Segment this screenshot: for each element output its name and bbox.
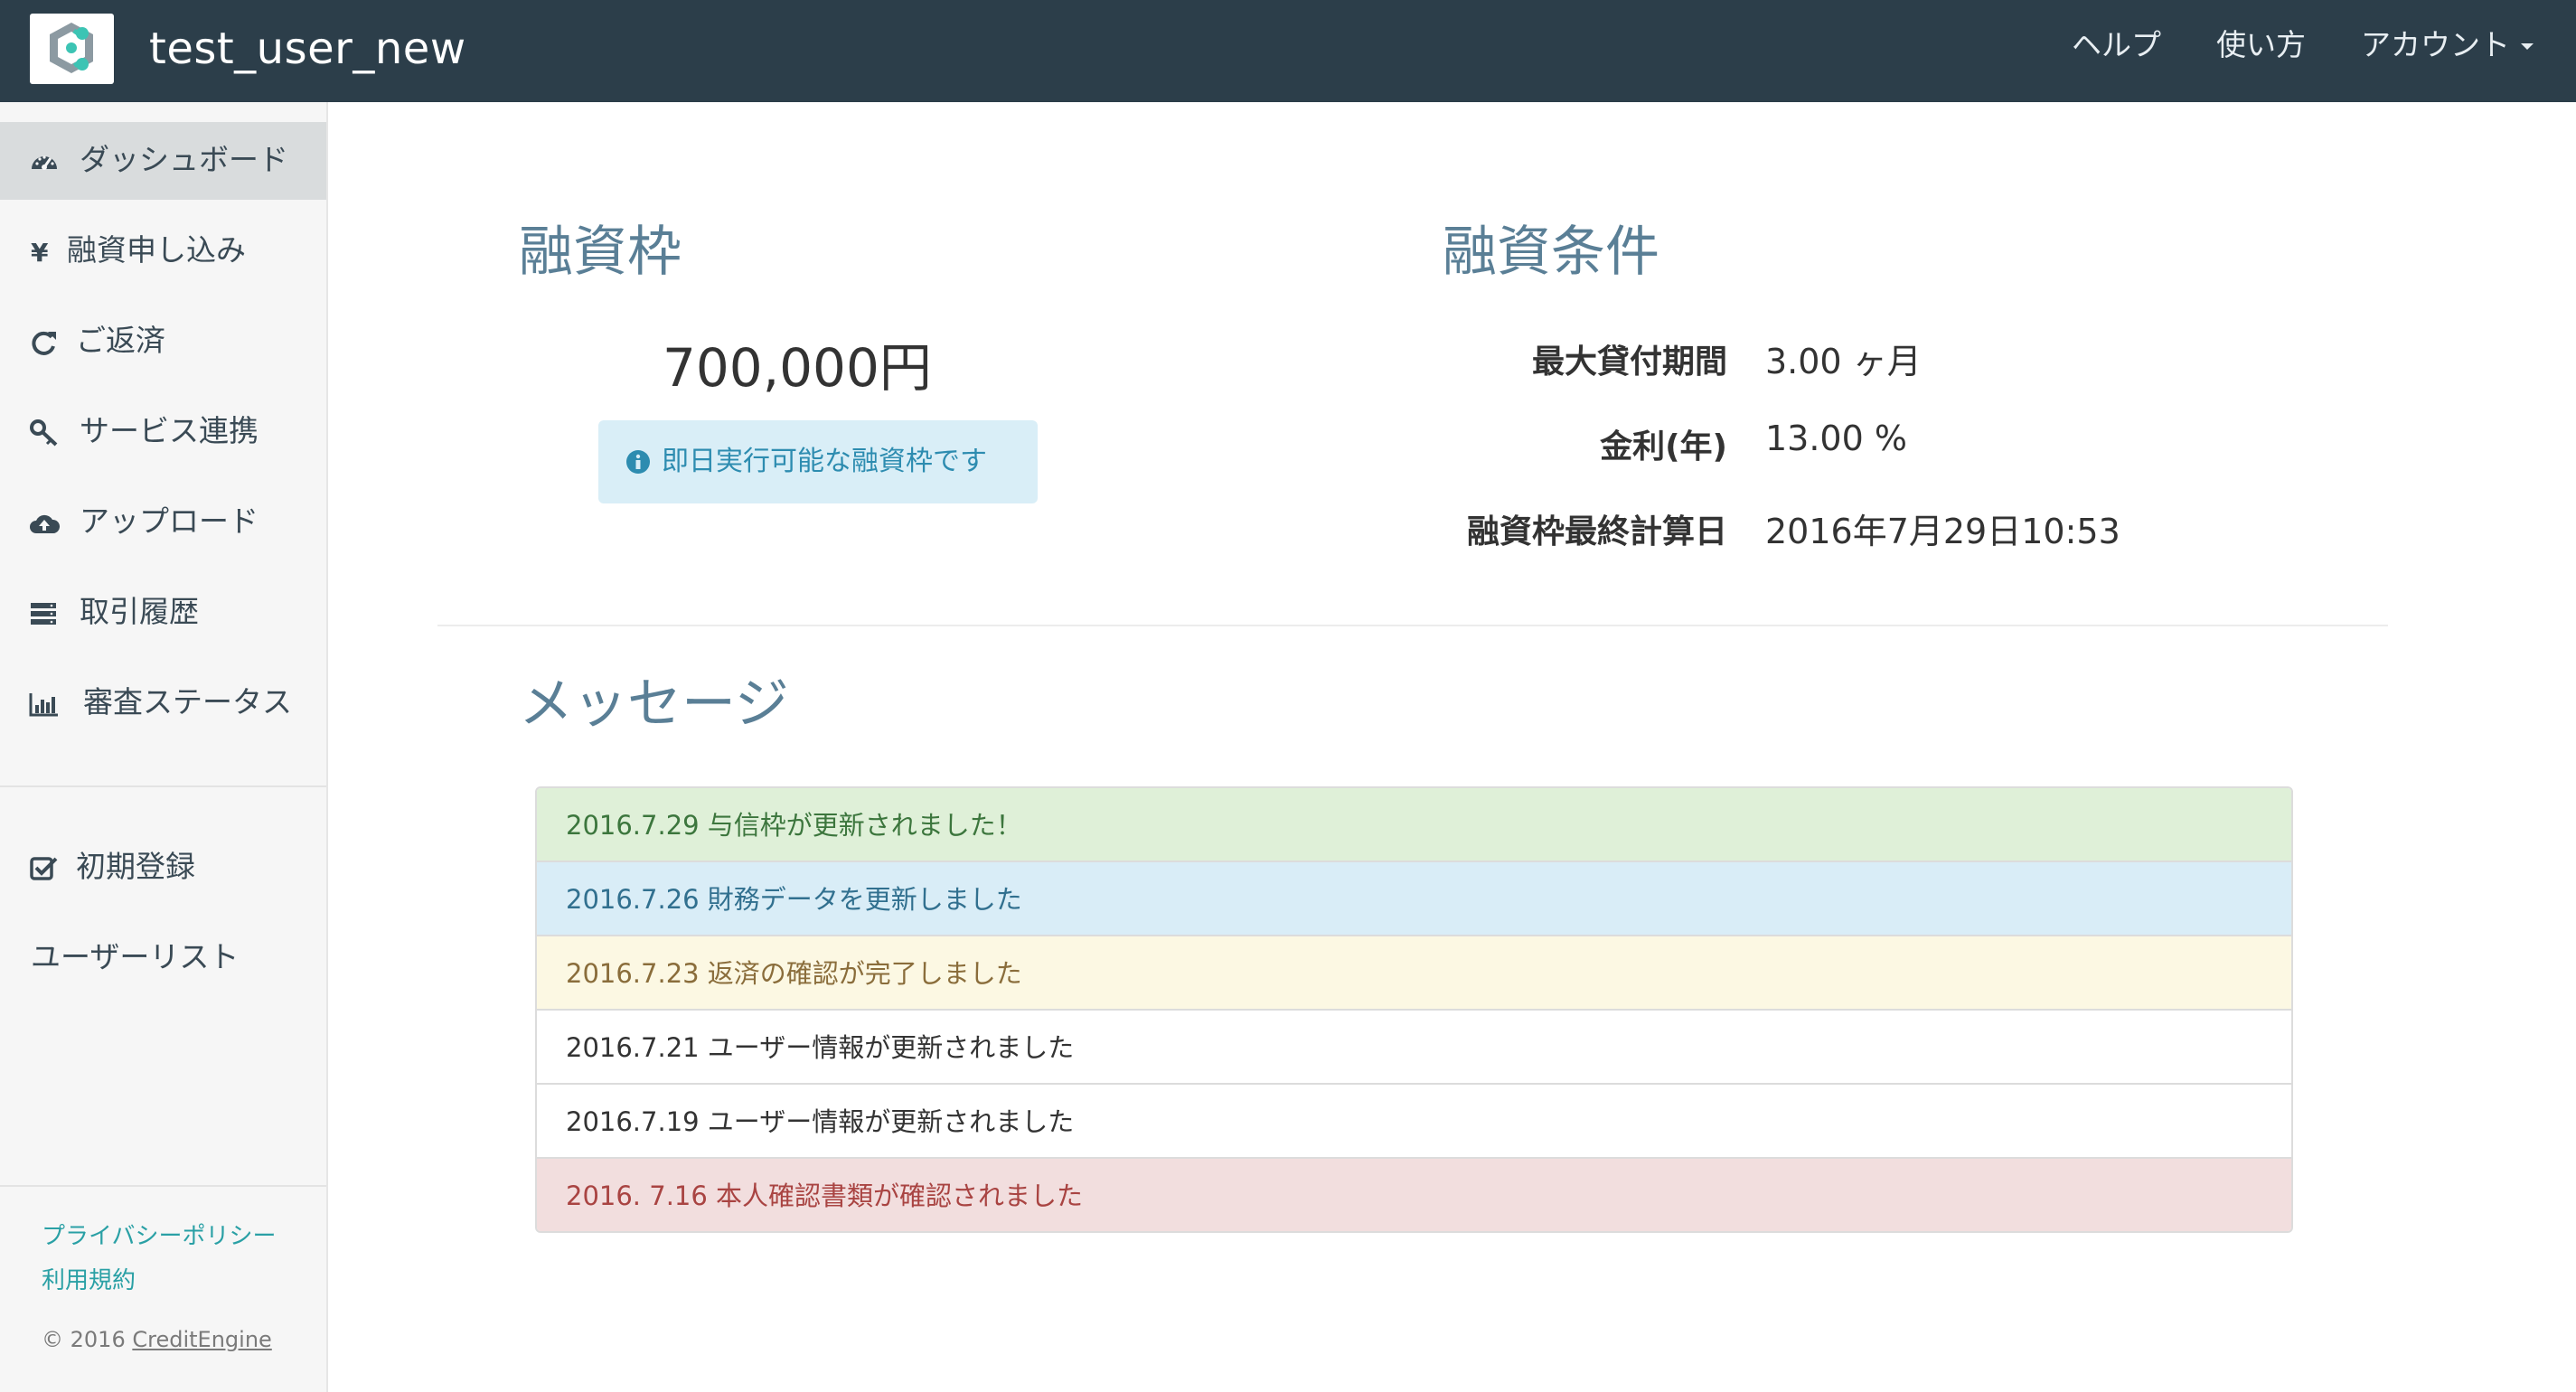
key-icon [30, 419, 58, 447]
message-item-danger[interactable]: 2016. 7.16 本人確認書類が確認されました [537, 1159, 2291, 1231]
sidebar-divider [0, 785, 326, 787]
sidebar-item-upload[interactable]: アップロード [0, 484, 326, 561]
account-label: アカウント [2361, 27, 2510, 62]
loan-terms-title: 融資条件 [1443, 221, 1659, 284]
account-dropdown[interactable]: アカウント [2361, 25, 2534, 65]
info-circle-icon [626, 450, 650, 474]
sidebar-item-label: ご返済 [76, 323, 165, 358]
refresh-icon [32, 331, 56, 355]
nav-help-link[interactable]: ヘルプ [2072, 25, 2161, 65]
sidebar-item-service-integration[interactable]: サービス連携 [0, 393, 326, 471]
copyright: © 2016 CreditEngine [42, 1327, 272, 1352]
copyright-brand-link[interactable]: CreditEngine [132, 1327, 271, 1352]
sidebar-item-label: 審査ステータス [83, 684, 292, 720]
section-divider [437, 625, 2388, 626]
top-navbar: test_user_new ヘルプ 使い方 アカウント [0, 0, 2576, 102]
sidebar-item-label: ユーザーリスト [31, 939, 240, 974]
app-title[interactable]: test_user_new [149, 22, 466, 76]
sidebar-item-label: ダッシュボード [80, 142, 288, 177]
message-item-success[interactable]: 2016.7.29 与信枠が更新されました！ [537, 788, 2291, 862]
cloud-upload-icon [30, 514, 60, 533]
creditengine-logo-icon[interactable] [30, 14, 114, 84]
credit-limit-amount: 700,000円 [663, 337, 932, 399]
bar-chart-icon [29, 693, 58, 717]
message-item-info[interactable]: 2016.7.26 財務データを更新しました [537, 862, 2291, 936]
sidebar-item-transaction-history[interactable]: 取引履歴 [0, 574, 326, 652]
interest-rate-value: 13.00 % [1765, 419, 1907, 458]
nav-usage-link[interactable]: 使い方 [2216, 25, 2306, 65]
sidebar: ダッシュボード ¥ 融資申し込み ご返済 サービス連携 アップロード 取引履歴 … [0, 102, 328, 1392]
yen-icon: ¥ [31, 238, 49, 267]
credit-limit-title: 融資枠 [519, 221, 682, 284]
message-item-warning[interactable]: 2016.7.23 返済の確認が完了しました [537, 936, 2291, 1011]
notice-text: 即日実行可能な融資枠です [662, 446, 987, 477]
svg-text:¥: ¥ [31, 238, 49, 267]
caret-down-icon [2521, 43, 2534, 50]
sidebar-footer-divider [0, 1185, 326, 1187]
privacy-policy-link[interactable]: プライバシーポリシー [42, 1218, 276, 1251]
max-loan-period-label: 最大貸付期間 [1531, 343, 1727, 381]
sidebar-item-label: 初期登録 [76, 849, 195, 884]
sidebar-item-loan-application[interactable]: ¥ 融資申し込み [0, 212, 326, 290]
messages-title: メッセージ [519, 672, 789, 736]
message-list: 2016.7.29 与信枠が更新されました！ 2016.7.26 財務データを更… [535, 786, 2293, 1233]
sidebar-item-dashboard[interactable]: ダッシュボード [0, 122, 326, 200]
sidebar-item-review-status[interactable]: 審査ステータス [0, 664, 326, 742]
last-calculation-date-label: 融資枠最終計算日 [1466, 513, 1727, 550]
sidebar-item-initial-registration[interactable]: 初期登録 [0, 829, 326, 907]
checkbox-icon [30, 857, 58, 880]
terms-link[interactable]: 利用規約 [42, 1262, 136, 1295]
last-calculation-date-value: 2016年7月29日10:53 [1765, 512, 2120, 551]
max-loan-period-value: 3.00 ヶ月 [1765, 342, 1922, 381]
sidebar-item-label: サービス連携 [80, 413, 259, 448]
message-item[interactable]: 2016.7.21 ユーザー情報が更新されました [537, 1011, 2291, 1085]
sidebar-item-label: アップロード [80, 503, 259, 539]
message-item[interactable]: 2016.7.19 ユーザー情報が更新されました [537, 1085, 2291, 1159]
sidebar-item-label: 取引履歴 [80, 594, 199, 629]
sidebar-item-user-list[interactable]: ユーザーリスト [0, 919, 326, 997]
dashboard-gauge-icon [32, 155, 57, 170]
interest-rate-label: 金利(年) [1600, 428, 1727, 466]
credit-limit-notice: 即日実行可能な融資枠です [598, 420, 1038, 503]
server-stack-icon [31, 603, 56, 625]
copyright-prefix: © 2016 [42, 1327, 126, 1352]
sidebar-item-label: 融資申し込み [67, 232, 246, 268]
sidebar-item-repayment[interactable]: ご返済 [0, 303, 326, 381]
